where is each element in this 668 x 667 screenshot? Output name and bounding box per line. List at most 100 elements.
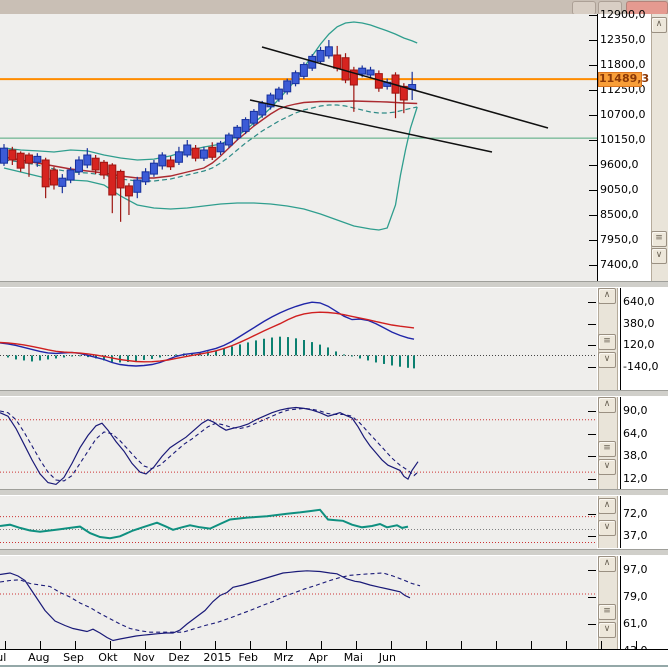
axis-tick xyxy=(588,324,596,325)
rsi-pane-plot[interactable] xyxy=(0,494,597,548)
candle-body xyxy=(175,152,182,162)
axis-label: 380,0 xyxy=(623,318,655,330)
x-axis-tick xyxy=(110,641,111,649)
rsi-line xyxy=(0,510,408,538)
candle-body xyxy=(59,178,66,186)
candle-body xyxy=(359,68,366,74)
candle-body xyxy=(184,145,191,155)
scroll-up-button[interactable]: ∧ xyxy=(598,556,616,572)
axis-tick xyxy=(588,345,596,346)
pane-separator[interactable] xyxy=(0,281,668,288)
x-axis-tick xyxy=(566,641,567,649)
x-axis-label: Mai xyxy=(344,651,363,664)
x-axis-label: Aug xyxy=(28,651,49,664)
axis-label: -140,0 xyxy=(623,361,658,373)
axis-label: 9600,0 xyxy=(600,159,639,171)
x-axis-tick xyxy=(40,641,41,649)
scroll-up-button[interactable]: ∧ xyxy=(598,288,616,304)
axis-tick xyxy=(589,265,597,266)
axis-tick xyxy=(588,434,596,435)
candle-body xyxy=(84,155,91,165)
scroll-down-icon: ∨ xyxy=(599,353,615,366)
trendline[interactable] xyxy=(250,100,492,152)
price-pane-plot[interactable] xyxy=(0,14,597,281)
axis-tick xyxy=(588,570,596,571)
candle-body xyxy=(242,120,249,132)
candle-body xyxy=(367,70,374,75)
x-axis-tick xyxy=(356,641,357,649)
macd-pane[interactable] xyxy=(0,286,597,390)
candle-body xyxy=(150,163,157,174)
axis-label: 7950,0 xyxy=(600,234,639,246)
axis-label: 12,0 xyxy=(623,473,648,485)
stochastic-pane-plot[interactable] xyxy=(0,395,597,489)
x-axis-label: Feb xyxy=(238,651,257,664)
scroll-up-button[interactable]: ∧ xyxy=(598,498,616,514)
x-axis-label: Apr xyxy=(309,651,328,664)
x-axis-tick xyxy=(601,641,602,649)
pane-axis-line xyxy=(620,554,621,660)
x-axis-tick xyxy=(286,641,287,649)
scroll-up-button[interactable]: ∧ xyxy=(598,397,616,413)
x-axis-tick xyxy=(250,641,251,649)
rsi-pane[interactable] xyxy=(0,494,597,548)
x-axis-tick xyxy=(75,641,76,649)
scroll-thumb-button[interactable]: ≡ xyxy=(598,334,616,350)
macd-pane-plot[interactable] xyxy=(0,286,597,390)
x-axis-tick xyxy=(5,641,6,649)
candle-body xyxy=(300,65,307,77)
scroll-down-icon: ∨ xyxy=(599,460,615,473)
x-axis-tick xyxy=(496,641,497,649)
candle-body xyxy=(317,50,324,61)
scroll-thumb-button[interactable]: ≡ xyxy=(598,604,616,620)
scroll-up-icon: ∧ xyxy=(599,289,615,302)
scroll-down-button[interactable]: ∨ xyxy=(598,352,616,368)
pane-axis-line xyxy=(620,395,621,489)
stochastic-pane[interactable] xyxy=(0,395,597,489)
candle-body xyxy=(275,89,282,99)
minimize-button[interactable] xyxy=(572,1,596,15)
axis-label: 97,0 xyxy=(623,564,648,576)
pane-separator[interactable] xyxy=(0,390,668,397)
scroll-thumb-icon: ≡ xyxy=(599,605,615,618)
candle-body xyxy=(75,160,82,172)
x-axis-label: Jun xyxy=(379,651,396,664)
x-axis-label: Jul xyxy=(0,651,6,664)
candle-body xyxy=(225,135,232,145)
candle-body xyxy=(334,55,341,68)
candle-body xyxy=(259,103,266,115)
scroll-up-button[interactable]: ∧ xyxy=(651,17,667,33)
scroll-down-button[interactable]: ∨ xyxy=(598,459,616,475)
scroll-thumb-button[interactable]: ≡ xyxy=(651,231,667,247)
x-axis-tick xyxy=(215,641,216,649)
ma-solid xyxy=(4,101,417,178)
price-pane[interactable] xyxy=(0,14,597,281)
trendline[interactable] xyxy=(262,47,548,128)
axis-label: 12900,0 xyxy=(600,9,646,21)
scroll-down-button[interactable]: ∨ xyxy=(598,622,616,638)
axis-tick xyxy=(588,536,596,537)
candle-body xyxy=(42,160,49,187)
candle-body xyxy=(217,143,224,152)
chart-application-window: 12900,012350,011800,011250,010700,010150… xyxy=(0,0,668,667)
scroll-up-icon: ∧ xyxy=(652,18,666,31)
scroll-down-button[interactable]: ∨ xyxy=(598,520,616,536)
candle-body xyxy=(192,148,199,158)
axis-tick xyxy=(588,411,596,412)
candle-body xyxy=(325,47,332,56)
scroll-down-icon: ∨ xyxy=(599,623,615,636)
candle-body xyxy=(167,160,174,167)
slow-stochastic-pane[interactable] xyxy=(0,554,597,649)
x-axis-tick xyxy=(321,641,322,649)
x-axis-tick xyxy=(461,641,462,649)
titlebar[interactable] xyxy=(0,0,668,15)
scroll-down-button[interactable]: ∨ xyxy=(651,248,667,264)
scroll-down-icon: ∨ xyxy=(652,249,666,262)
scroll-thumb-button[interactable]: ≡ xyxy=(598,441,616,457)
candle-body xyxy=(292,73,299,84)
pane-separator[interactable] xyxy=(0,549,668,557)
slow-stochastic-pane-plot[interactable] xyxy=(0,554,597,649)
axis-tick xyxy=(589,240,597,241)
pane-separator[interactable] xyxy=(0,489,668,496)
candle-body xyxy=(250,111,257,123)
